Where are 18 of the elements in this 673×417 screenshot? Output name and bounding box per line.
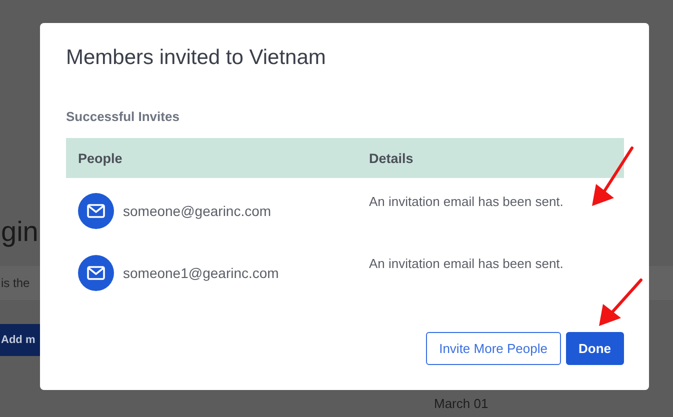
section-title: Successful Invites [66, 109, 180, 124]
annotation-arrow [599, 278, 642, 326]
page-text: is the [1, 276, 30, 290]
table-cell: someone@gearinc.com [123, 203, 272, 219]
mail-icon [78, 193, 114, 229]
column-header: People [77, 150, 124, 166]
page-heading: gin [1, 215, 38, 249]
table-cell: someone1@gearinc.com [123, 265, 279, 281]
invite-button[interactable]: Invite More People [426, 332, 560, 365]
date-label: March 01 [434, 396, 488, 411]
table-cell-text: An invitation email has been sent. [368, 193, 564, 211]
done-button[interactable]: Done [566, 332, 624, 365]
dialog-title: Members invited to Vietnam [66, 45, 327, 71]
column-header: Details [368, 150, 414, 166]
add-button[interactable]: Add m [0, 324, 40, 356]
mail-icon [78, 255, 114, 291]
annotation-arrow [592, 146, 634, 206]
table-cell-text: An invitation email has been sent. [368, 255, 564, 273]
